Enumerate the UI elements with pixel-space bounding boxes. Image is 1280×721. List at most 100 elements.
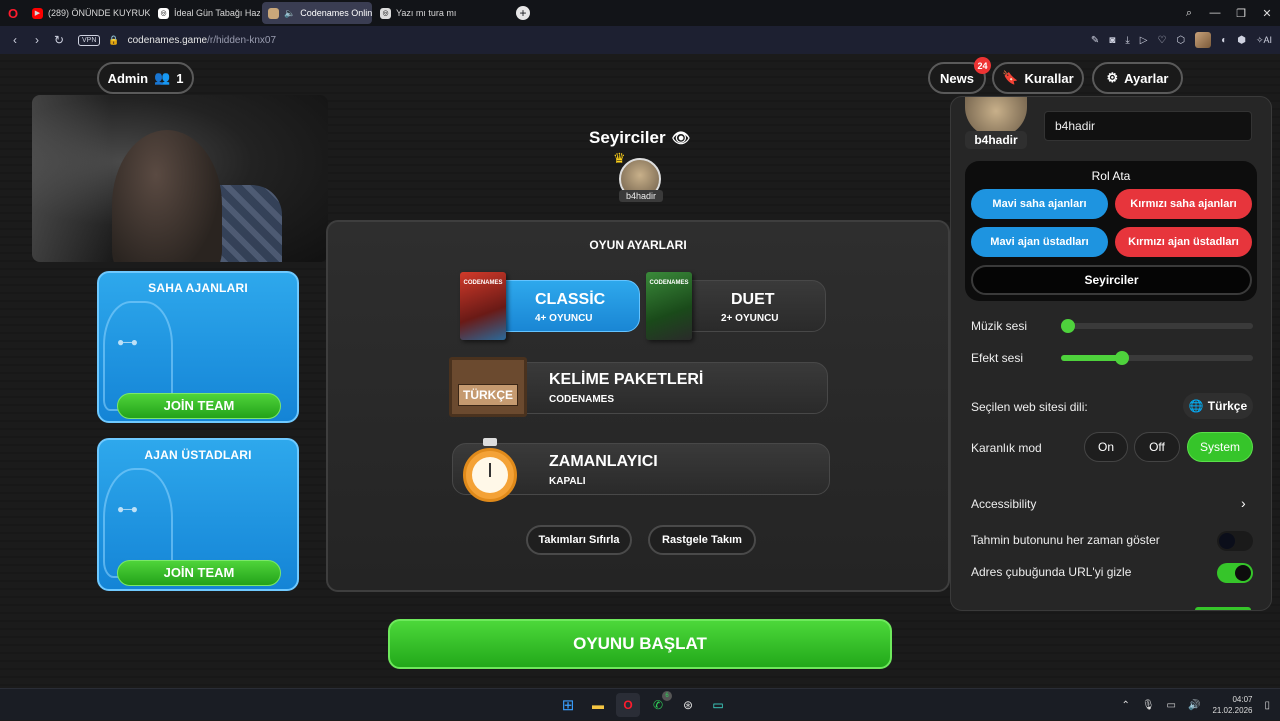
music-volume-knob[interactable] — [1061, 319, 1075, 333]
news-button[interactable]: News 24 — [928, 57, 991, 94]
player-count: 1 — [176, 70, 184, 86]
assign-role-box: Rol Ata Mavi saha ajanları Kırmızı saha … — [965, 161, 1257, 301]
nickname-input[interactable]: b4hadir — [1044, 111, 1252, 141]
file-explorer-icon[interactable]: ▬ — [586, 693, 610, 717]
address-bar: ‹ › ↻ VPN 🔒 codenames.game/r/hidden-knx0… — [0, 26, 1280, 54]
dark-mode-off-button[interactable]: Off — [1134, 432, 1180, 462]
toggle-knob — [1219, 533, 1235, 549]
opera-icon[interactable]: O — [616, 693, 640, 717]
random-teams-button[interactable]: Rastgele Takım — [648, 525, 756, 555]
settings-side-panel: b4hadir b4hadir Rol Ata Mavi saha ajanla… — [950, 96, 1272, 611]
maximize-icon[interactable]: ❐ — [1228, 7, 1254, 20]
classic-title: CLASSİC — [535, 291, 606, 308]
join-spymasters-button[interactable]: JOİN TEAM — [117, 560, 281, 586]
red-field-agents-button[interactable]: Kırmızı saha ajanları — [1115, 189, 1252, 219]
admin-button[interactable]: Admin 👥 1 — [97, 62, 194, 94]
red-spymasters-button[interactable]: Kırmızı ajan üstadları — [1115, 227, 1252, 257]
toggle-knob — [1235, 565, 1251, 581]
reload-icon[interactable]: ↻ — [48, 33, 70, 47]
tab-label: Codenames Online — [300, 8, 372, 18]
codenames-favicon-icon — [268, 7, 279, 19]
heart-icon[interactable]: ♡ — [1157, 35, 1166, 46]
news-badge: 24 — [974, 57, 991, 74]
date: 21.02.2026 — [1212, 706, 1253, 715]
stopwatch-icon — [463, 438, 517, 502]
notifications-icon[interactable]: ▯ — [1264, 700, 1270, 711]
eye-icon: 👁 — [671, 130, 691, 147]
chevron-up-icon[interactable]: ⌃ — [1121, 700, 1129, 711]
dark-mode-on-button[interactable]: On — [1084, 432, 1128, 462]
spectators-role-button[interactable]: Seyirciler — [971, 265, 1252, 295]
ai-button[interactable]: ✧AI — [1256, 35, 1272, 46]
microphone-icon[interactable]: 🎙 — [1142, 700, 1155, 711]
chevron-right-icon[interactable]: › — [1241, 495, 1246, 511]
effect-volume-knob[interactable] — [1115, 351, 1129, 365]
back-icon[interactable]: ‹ — [4, 33, 26, 47]
partial-toggle — [1195, 607, 1251, 610]
effect-volume-label: Efekt sesi — [971, 351, 1024, 365]
settings-button[interactable]: ⚙ Ayarlar — [1092, 62, 1183, 94]
minimize-icon[interactable]: — — [1202, 7, 1228, 19]
blue-field-agents-button[interactable]: Mavi saha ajanları — [971, 189, 1108, 219]
profile-avatar[interactable] — [1195, 32, 1212, 48]
tab-label: Yazı mı tura mı — [396, 8, 457, 18]
forward-icon[interactable]: › — [26, 33, 48, 47]
guess-button-toggle[interactable] — [1217, 531, 1253, 551]
news-label: News — [940, 70, 974, 86]
edit-icon[interactable]: ✎ — [1091, 35, 1099, 46]
tab-codenames[interactable]: 🔈 Codenames Online — [262, 2, 372, 24]
youtube-icon: ▶ — [32, 7, 43, 19]
spymasters-card: AJAN ÜSTADLARI ●─● JOİN TEAM — [97, 438, 299, 591]
camera-icon[interactable]: ◙ — [1109, 35, 1115, 46]
reset-teams-button[interactable]: Takımları Sıfırla — [526, 525, 632, 555]
users-icon: 👥 — [154, 70, 171, 85]
chatgpt-app-icon[interactable]: ⊛ — [676, 693, 700, 717]
music-volume-slider[interactable] — [1061, 319, 1253, 333]
play-icon[interactable]: ▷ — [1140, 35, 1148, 46]
tab-youtube[interactable]: ▶ (289) ÖNÜNDE KUYRUK O — [26, 2, 150, 24]
search-icon[interactable]: ⌕ — [1176, 7, 1202, 20]
blue-spymasters-button[interactable]: Mavi ajan üstadları — [971, 227, 1108, 257]
hide-url-label: Adres çubuğunda URL'yi gizle — [971, 565, 1132, 579]
crown-icon: ♛ — [613, 150, 626, 166]
cube-icon[interactable]: ⬡ — [1176, 35, 1185, 46]
download-icon[interactable]: ⤓ — [1125, 35, 1129, 46]
word-packs-title: KELİME PAKETLERİ — [549, 371, 704, 388]
assign-role-title: Rol Ata — [1091, 169, 1131, 183]
spectators-label: Seyirciler — [589, 128, 666, 147]
lock-icon[interactable]: 🔒 — [108, 35, 119, 46]
dark-mode-label: Karanlık mod — [971, 441, 1042, 455]
windows-start-icon[interactable]: ⊞ — [556, 693, 580, 717]
vpn-badge[interactable]: VPN — [78, 34, 101, 46]
accessibility-row[interactable]: Accessibility — [971, 497, 1036, 511]
opera-logo-icon[interactable]: O — [0, 0, 26, 26]
start-game-button[interactable]: OYUNU BAŞLAT — [388, 619, 892, 669]
extension-icon[interactable]: ◐ — [1221, 35, 1227, 46]
duet-box-label: CODENAMES — [649, 280, 689, 286]
clock[interactable]: 04:07 21.02.2026 — [1212, 694, 1252, 716]
language-value: Türkçe — [1207, 399, 1248, 413]
dark-mode-system-button[interactable]: System — [1187, 432, 1253, 462]
close-icon[interactable]: ✕ — [1254, 7, 1280, 20]
sunglasses-icon: ●─● — [117, 502, 138, 516]
volume-icon[interactable]: 🔊 — [1188, 700, 1200, 711]
browser-tab-bar: O ▶ (289) ÖNÜNDE KUYRUK O ◎ İdeal Gün Ta… — [0, 0, 1280, 26]
effect-volume-slider[interactable] — [1061, 351, 1253, 365]
network-icon[interactable]: ▭ — [1167, 700, 1176, 711]
new-tab-button[interactable]: + — [516, 6, 530, 20]
join-field-agents-button[interactable]: JOİN TEAM — [117, 393, 281, 419]
url-path: /r/hidden-knx07 — [207, 34, 277, 46]
tab-yazi-tura[interactable]: ◎ Yazı mı tura mı — [374, 2, 464, 24]
timer-title: ZAMANLAYICI — [549, 453, 658, 470]
url-field[interactable]: codenames.game/r/hidden-knx07 — [128, 35, 276, 46]
spectator-name: b4hadir — [619, 190, 663, 202]
music-volume-label: Müzik sesi — [971, 319, 1028, 333]
hide-url-toggle[interactable] — [1217, 563, 1253, 583]
rules-button[interactable]: 🔖 Kurallar — [992, 62, 1084, 94]
box-icon[interactable]: ⬢ — [1237, 35, 1246, 46]
terminal-icon[interactable]: ▭ — [706, 693, 730, 717]
whatsapp-icon[interactable]: ✆ 6 — [646, 691, 672, 717]
tab-ideal-gun[interactable]: ◎ İdeal Gün Tabağı Hazırla E — [152, 2, 260, 24]
word-packs-option[interactable]: KELİME PAKETLERİ CODENAMES — [506, 362, 828, 414]
language-button[interactable]: 🌐 Türkçe — [1183, 393, 1253, 419]
